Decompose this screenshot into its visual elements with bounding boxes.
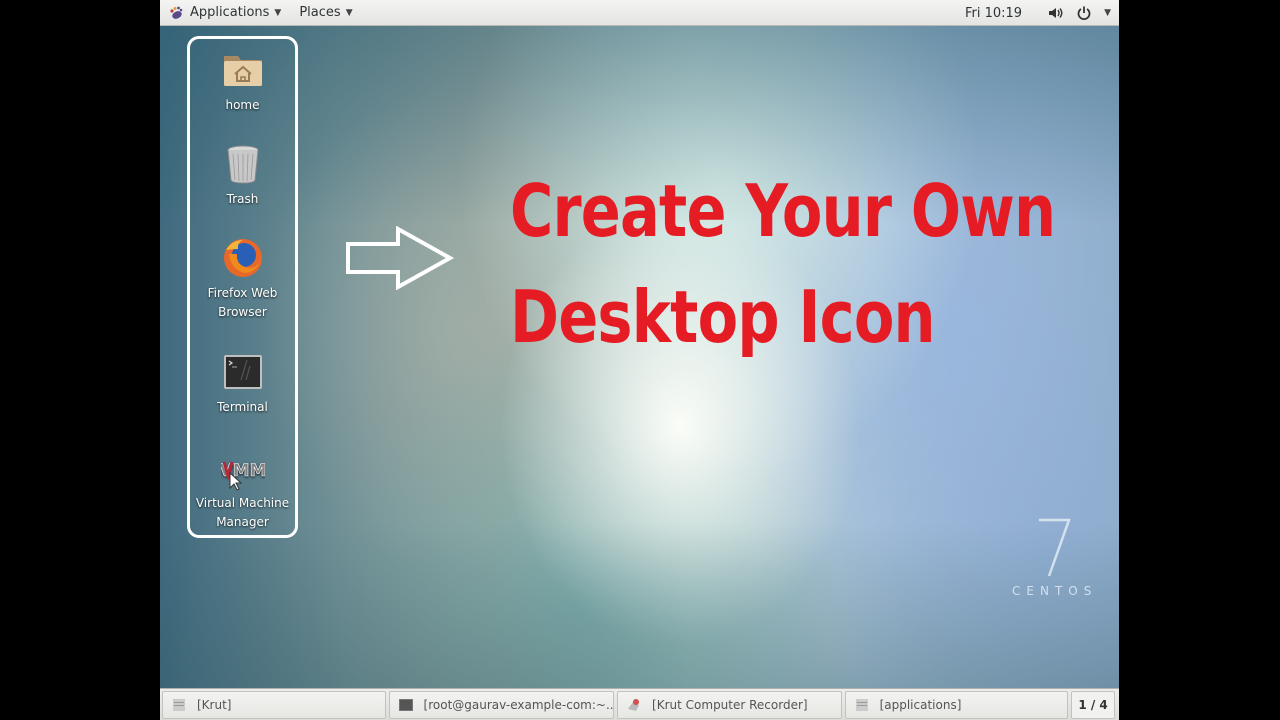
- trash-icon: [227, 145, 258, 184]
- desktop-icon-label: Firefox Web Browser: [207, 286, 278, 319]
- clock[interactable]: Fri 10:19: [965, 6, 1022, 21]
- applications-label: Applications: [190, 5, 270, 20]
- top-panel: Applications ▼ Places ▼ Fri 10:19 ▼: [160, 0, 1119, 26]
- taskbar-item-label: [Krut]: [197, 697, 232, 712]
- chevron-down-icon: ▼: [274, 7, 282, 18]
- volume-icon[interactable]: [1048, 6, 1064, 20]
- mouse-pointer-icon: [229, 472, 243, 491]
- chevron-down-icon: ▼: [345, 7, 353, 18]
- desktop-icon-label: Terminal: [217, 400, 268, 414]
- desktop-icon-label: home: [225, 98, 260, 112]
- power-icon[interactable]: [1076, 5, 1092, 21]
- taskbar-item-label: [Krut Computer Recorder]: [652, 697, 808, 712]
- desktop-icon-trash[interactable]: Trash: [190, 142, 295, 209]
- terminal-icon: [223, 355, 262, 389]
- desktop: home Trash Firefox Web Browser Terminal …: [160, 26, 1119, 688]
- status-area: Fri 10:19 ▼: [965, 0, 1111, 26]
- desktop-icon-firefox[interactable]: Firefox Web Browser: [190, 236, 295, 322]
- taskbar-item-label: [applications]: [879, 697, 962, 712]
- firefox-icon: [223, 239, 262, 277]
- right-arrow-icon: [346, 226, 455, 290]
- desktop-icon-label: Trash: [226, 192, 259, 206]
- taskbar-item-applications[interactable]: [applications]: [844, 690, 1069, 719]
- taskbar-item-terminal[interactable]: [root@gaurav-example-com:~...: [388, 690, 615, 719]
- terminal-icon: [398, 698, 413, 711]
- system-menu-arrow-icon[interactable]: ▼: [1104, 8, 1111, 18]
- centos-wordmark: CENTOS: [1012, 584, 1098, 598]
- places-label: Places: [299, 5, 341, 20]
- desktop-icon-label: Virtual Machine Manager: [195, 496, 290, 529]
- centos-logo: CENTOS: [1012, 516, 1097, 598]
- taskbar-item-krut-recorder[interactable]: [Krut Computer Recorder]: [617, 690, 842, 719]
- taskbar-item-krut[interactable]: [Krut]: [162, 690, 386, 719]
- headline: Create Your Own Desktop Icon: [510, 158, 1056, 370]
- headline-line-1: Create Your Own: [510, 169, 1056, 253]
- centos-seven-glyph: [1038, 518, 1071, 577]
- gnome-foot-icon: [170, 6, 183, 19]
- recorder-icon: [628, 698, 640, 711]
- screen: Applications ▼ Places ▼ Fri 10:19 ▼ home…: [160, 0, 1119, 720]
- home-folder-icon: [223, 56, 262, 86]
- window-icon: [855, 698, 868, 711]
- applications-menu[interactable]: Applications ▼: [160, 0, 287, 26]
- desktop-icon-terminal[interactable]: Terminal: [190, 350, 295, 417]
- desktop-icon-home[interactable]: home: [190, 48, 295, 115]
- window-icon: [173, 698, 185, 711]
- workspace-switcher[interactable]: 1 / 4: [1071, 690, 1115, 719]
- window-list-panel: [Krut] [root@gaurav-example-com:~... [Kr…: [160, 688, 1119, 720]
- places-menu[interactable]: Places ▼: [293, 0, 358, 26]
- taskbar-item-label: [root@gaurav-example-com:~...: [423, 697, 615, 712]
- headline-line-2: Desktop Icon: [510, 275, 936, 359]
